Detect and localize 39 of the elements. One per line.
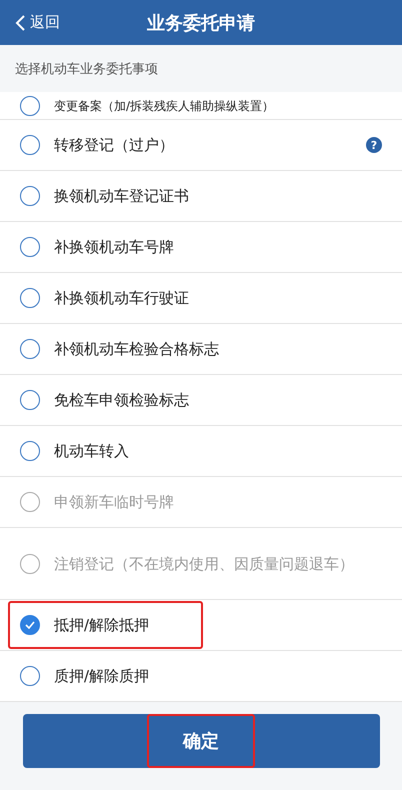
radio-button[interactable] xyxy=(20,186,40,206)
back-chevron-icon xyxy=(14,14,26,32)
page-title: 业务委托申请 xyxy=(147,12,255,34)
help-icon[interactable]: ? xyxy=(366,137,382,153)
confirm-button[interactable]: 确定 xyxy=(22,714,380,768)
option-row[interactable]: 机动车转入 xyxy=(0,426,402,477)
section-label: 选择机动车业务委托事项 xyxy=(15,60,158,78)
check-icon xyxy=(25,621,35,629)
option-label: 注销登记（不在境内使用、因质量问题退车） xyxy=(54,554,355,574)
option-row[interactable]: 质押/解除质押 xyxy=(0,651,402,702)
radio-button[interactable] xyxy=(20,288,40,308)
option-label: 补领机动车检验合格标志 xyxy=(54,339,220,360)
option-row[interactable]: 免检车申领检验标志 xyxy=(0,375,402,426)
radio-button[interactable] xyxy=(20,339,40,359)
option-label: 转移登记（过户） xyxy=(54,135,175,156)
radio-button[interactable] xyxy=(20,666,40,686)
radio-button[interactable] xyxy=(20,441,40,461)
option-label: 补换领机动车号牌 xyxy=(54,237,175,258)
radio-button[interactable] xyxy=(20,390,40,410)
option-row[interactable]: 抵押/解除抵押 xyxy=(0,600,402,651)
option-row[interactable]: 变更备案（加/拆装残疾人辅助操纵装置） xyxy=(0,92,402,120)
option-label: 申领新车临时号牌 xyxy=(54,492,175,513)
radio-button[interactable] xyxy=(20,237,40,257)
radio-button[interactable] xyxy=(20,615,40,635)
option-row[interactable]: 补领机动车检验合格标志 xyxy=(0,324,402,375)
option-row[interactable]: 换领机动车登记证书 xyxy=(0,171,402,222)
option-row[interactable]: 补换领机动车行驶证 xyxy=(0,273,402,324)
radio-button[interactable] xyxy=(20,96,40,116)
option-row[interactable]: 补换领机动车号牌 xyxy=(0,222,402,273)
option-row[interactable]: 转移登记（过户） ? xyxy=(0,120,402,171)
option-label: 变更备案（加/拆装残疾人辅助操纵装置） xyxy=(54,98,276,114)
option-label: 质押/解除质押 xyxy=(54,666,150,687)
option-label: 抵押/解除抵押 xyxy=(54,615,150,636)
option-label: 机动车转入 xyxy=(54,441,130,462)
option-label: 补换领机动车行驶证 xyxy=(54,288,190,309)
option-label: 换领机动车登记证书 xyxy=(54,186,190,207)
option-label: 免检车申领检验标志 xyxy=(54,390,190,411)
radio-button[interactable] xyxy=(20,135,40,155)
back-button[interactable]: 返回 xyxy=(0,12,66,33)
